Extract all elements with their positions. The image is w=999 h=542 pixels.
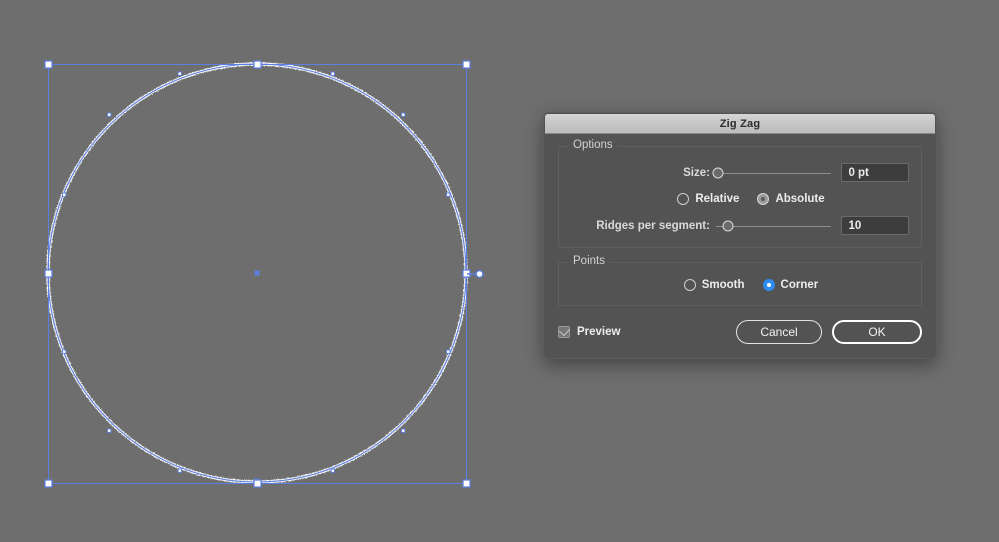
size-row: Size: 0 pt — [571, 163, 909, 182]
ok-button[interactable]: OK — [832, 320, 922, 344]
preview-label: Preview — [577, 326, 621, 338]
ridges-row: Ridges per segment: 10 — [571, 216, 909, 235]
points-radio-group: Smooth Corner — [571, 279, 909, 291]
radio-relative-label: Relative — [695, 193, 740, 205]
ridges-slider-thumb[interactable] — [722, 220, 734, 231]
object-center-point — [254, 270, 260, 276]
preview-toggle[interactable]: Preview — [558, 324, 621, 338]
preview-checkbox[interactable] — [558, 324, 570, 338]
points-group-label: Points — [568, 255, 610, 267]
size-slider-track — [715, 172, 832, 174]
size-input[interactable]: 0 pt — [841, 163, 909, 182]
radio-smooth-dot[interactable] — [683, 279, 696, 291]
radio-corner[interactable]: Corner — [762, 279, 819, 291]
ridges-label: Ridges per segment: — [596, 219, 710, 232]
points-group: Points Smooth Corner — [558, 255, 922, 306]
size-label: Size: — [683, 166, 710, 179]
size-slider[interactable] — [712, 166, 832, 180]
dialog-body: Options Size: 0 pt Relative Absolute Rid… — [544, 134, 936, 358]
illustrator-screen: Zig Zag Options Size: 0 pt Relative Abso… — [0, 0, 999, 542]
dialog-title: Zig Zag — [719, 117, 761, 130]
ridges-input[interactable]: 10 — [841, 216, 909, 235]
radio-corner-label: Corner — [780, 279, 819, 291]
cancel-button[interactable]: Cancel — [736, 320, 822, 344]
radio-absolute[interactable]: Absolute — [757, 193, 825, 205]
dialog-buttons: Cancel OK — [736, 320, 922, 344]
dialog-titlebar[interactable]: Zig Zag — [545, 114, 935, 134]
size-slider-thumb[interactable] — [712, 167, 724, 178]
radio-absolute-dot[interactable] — [757, 193, 770, 205]
radio-relative-dot[interactable] — [677, 193, 690, 205]
radio-smooth-label: Smooth — [701, 279, 745, 291]
options-group: Options Size: 0 pt Relative Absolute Rid… — [558, 139, 922, 248]
zig-zag-dialog[interactable]: Zig Zag Options Size: 0 pt Relative Abso… — [543, 112, 937, 359]
radio-absolute-label: Absolute — [775, 193, 825, 205]
radio-corner-dot[interactable] — [762, 279, 775, 291]
points-group-content: Smooth Corner — [559, 263, 921, 305]
options-group-label: Options — [568, 139, 618, 151]
radio-relative[interactable]: Relative — [677, 193, 739, 205]
size-mode-radio-group: Relative Absolute — [571, 193, 909, 205]
options-group-content: Size: 0 pt Relative Absolute Ridges per … — [559, 147, 921, 247]
checkmark-icon — [558, 324, 570, 337]
ridges-slider[interactable] — [715, 219, 832, 233]
radio-smooth[interactable]: Smooth — [683, 279, 745, 291]
dialog-footer: Preview Cancel OK — [558, 320, 922, 344]
